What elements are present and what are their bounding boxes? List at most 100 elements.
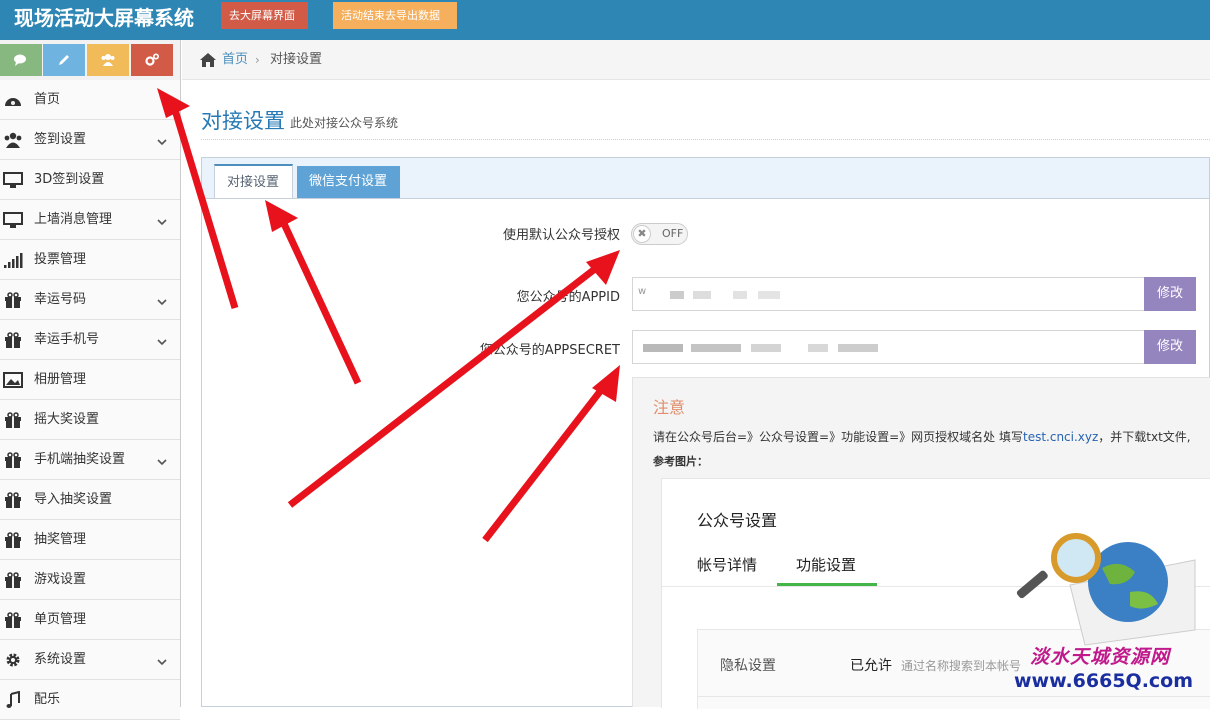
globe-magnifier-icon: [1016, 533, 1196, 646]
sidebar-item-label: 投票管理: [34, 252, 87, 267]
sidebar-item-label: 配乐: [34, 692, 61, 707]
sidebar-item-label: 系统设置: [34, 652, 87, 667]
default-auth-toggle[interactable]: ✖ OFF: [631, 223, 688, 245]
app-title: 现场活动大屏幕系统: [14, 6, 194, 30]
breadcrumb-separator: ›: [255, 53, 260, 67]
blurred-text: [758, 291, 780, 299]
ref-tab-account: 帐号详情: [697, 556, 758, 574]
sidebar-item[interactable]: 幸运手机号: [0, 320, 180, 360]
users-icon: [3, 131, 23, 149]
sidebar-item[interactable]: 首页: [0, 80, 180, 120]
go-bigscreen-button[interactable]: 去大屏幕界面: [221, 2, 308, 29]
notice-domain: test.cnci.xyz: [1022, 430, 1099, 444]
home-icon[interactable]: [199, 52, 217, 68]
chevron-down-icon: [157, 455, 167, 466]
appid-label: 您公众号的APPID: [516, 290, 620, 305]
watermark: 淡水天城资源网 www.6665Q.com: [1010, 520, 1210, 707]
notice-text-after: ，并下载txt文件,: [1098, 430, 1191, 444]
sidebar-menu: 首页签到设置 3D签到设置 上墙消息管理 投票管理幸运号码幸运手机号相册管理摇大奖设置…: [0, 80, 180, 720]
watermark-url: www.6665Q.com: [1014, 670, 1194, 692]
export-data-button[interactable]: 活动结束去导出数据: [333, 2, 457, 29]
sidebar-item-label: 单页管理: [34, 612, 87, 627]
chevron-down-icon: [157, 295, 167, 306]
breadcrumb: 首页 › 对接设置: [182, 40, 1210, 80]
sidebar-item[interactable]: 签到设置: [0, 120, 180, 160]
top-navbar: 现场活动大屏幕系统 去大屏幕界面 活动结束去导出数据: [0, 0, 1210, 40]
desktop-icon: [3, 211, 23, 229]
modify-appsecret-button[interactable]: 修改: [1144, 330, 1196, 364]
desktop-icon: [3, 171, 23, 189]
shortcut-cogs-button[interactable]: [131, 44, 173, 76]
sidebar-item[interactable]: 相册管理: [0, 360, 180, 400]
music-icon: [3, 690, 23, 709]
sidebar-item[interactable]: 导入抽奖设置: [0, 480, 180, 520]
comments-icon: [14, 54, 26, 66]
gift-icon: [3, 491, 23, 509]
pencil-icon: [59, 55, 69, 65]
sidebar-item-label: 幸运号码: [34, 292, 87, 307]
sidebar-item[interactable]: 单页管理: [0, 600, 180, 640]
toggle-state-label: OFF: [662, 227, 684, 240]
sidebar-item-label: 3D签到设置: [34, 172, 105, 187]
sidebar-item[interactable]: 摇大奖设置: [0, 400, 180, 440]
sidebar-item-label: 上墙消息管理: [34, 212, 113, 227]
gift-icon: [3, 331, 23, 349]
ref-tab-features: 功能设置: [796, 556, 857, 574]
blurred-text: [670, 291, 684, 299]
sidebar-item[interactable]: 投票管理: [0, 240, 180, 280]
page-title: 对接设置: [201, 109, 285, 133]
notice-title: 注意: [653, 398, 686, 417]
sidebar-item-label: 手机端抽奖设置: [34, 452, 126, 467]
sidebar-item[interactable]: 幸运号码: [0, 280, 180, 320]
signal-icon: [3, 251, 23, 269]
chevron-down-icon: [157, 215, 167, 226]
users-icon: [101, 54, 115, 66]
breadcrumb-current: 对接设置: [270, 52, 323, 67]
appid-value: w: [638, 286, 647, 297]
appsecret-label: 您公众号的APPSECRET: [479, 343, 620, 358]
sidebar-item[interactable]: 游戏设置: [0, 560, 180, 600]
sidebar: 首页签到设置 3D签到设置 上墙消息管理 投票管理幸运号码幸运手机号相册管理摇大奖设置…: [0, 40, 181, 720]
ref-row-desc: 通过名称搜索到本帐号: [901, 659, 1022, 673]
gift-icon: [3, 611, 23, 629]
gift-icon: [3, 571, 23, 589]
sidebar-item-label: 签到设置: [34, 132, 87, 147]
sidebar-item[interactable]: 抽奖管理: [0, 520, 180, 560]
cogs-icon: [145, 53, 160, 66]
breadcrumb-home-link[interactable]: 首页: [222, 40, 248, 80]
close-icon: ✖: [633, 225, 651, 243]
appsecret-input[interactable]: [632, 330, 1145, 364]
sidebar-item-label: 相册管理: [34, 372, 87, 387]
sidebar-item[interactable]: 手机端抽奖设置: [0, 440, 180, 480]
blurred-text: [838, 344, 878, 352]
blurred-text: [733, 291, 747, 299]
sidebar-item-label: 导入抽奖设置: [34, 492, 113, 507]
tab-docking-settings[interactable]: 对接设置: [214, 164, 293, 200]
modify-appid-button[interactable]: 修改: [1144, 277, 1196, 311]
shortcut-pencil-button[interactable]: [43, 44, 85, 76]
page-subtitle: 此处对接公众号系统: [290, 116, 399, 130]
sidebar-item[interactable]: 上墙消息管理: [0, 200, 180, 240]
tab-wechat-pay-settings[interactable]: 微信支付设置: [297, 166, 400, 198]
gift-icon: [3, 531, 23, 549]
watermark-site-name: 淡水天城资源网: [1030, 646, 1171, 668]
reference-image-label: 参考图片：: [653, 455, 708, 468]
tab-bar: 对接设置 微信支付设置: [201, 157, 1210, 200]
blurred-text: [643, 344, 683, 352]
picture-icon: [3, 371, 23, 389]
chevron-down-icon: [157, 335, 167, 346]
sidebar-item[interactable]: 系统设置: [0, 640, 180, 680]
sidebar-shortcuts: [0, 42, 181, 80]
sidebar-item[interactable]: 3D签到设置: [0, 160, 180, 200]
default-auth-label: 使用默认公众号授权: [502, 228, 620, 243]
chevron-down-icon: [157, 135, 167, 146]
shortcut-comments-button[interactable]: [0, 44, 42, 76]
sidebar-item-label: 首页: [34, 92, 61, 107]
notice-text: 请在公众号后台=》公众号设置=》功能设置=》网页授权域名处 填写test.cnc…: [653, 429, 1191, 445]
page-header: 对接设置 此处对接公众号系统: [201, 107, 1210, 140]
ref-row-value: 已允许: [850, 658, 892, 674]
appid-input[interactable]: w: [632, 277, 1145, 311]
notice-text-before: 请在公众号后台=》公众号设置=》功能设置=》网页授权域名处 填写: [653, 430, 1023, 444]
shortcut-users-button[interactable]: [87, 44, 129, 76]
sidebar-item[interactable]: 配乐: [0, 680, 180, 720]
